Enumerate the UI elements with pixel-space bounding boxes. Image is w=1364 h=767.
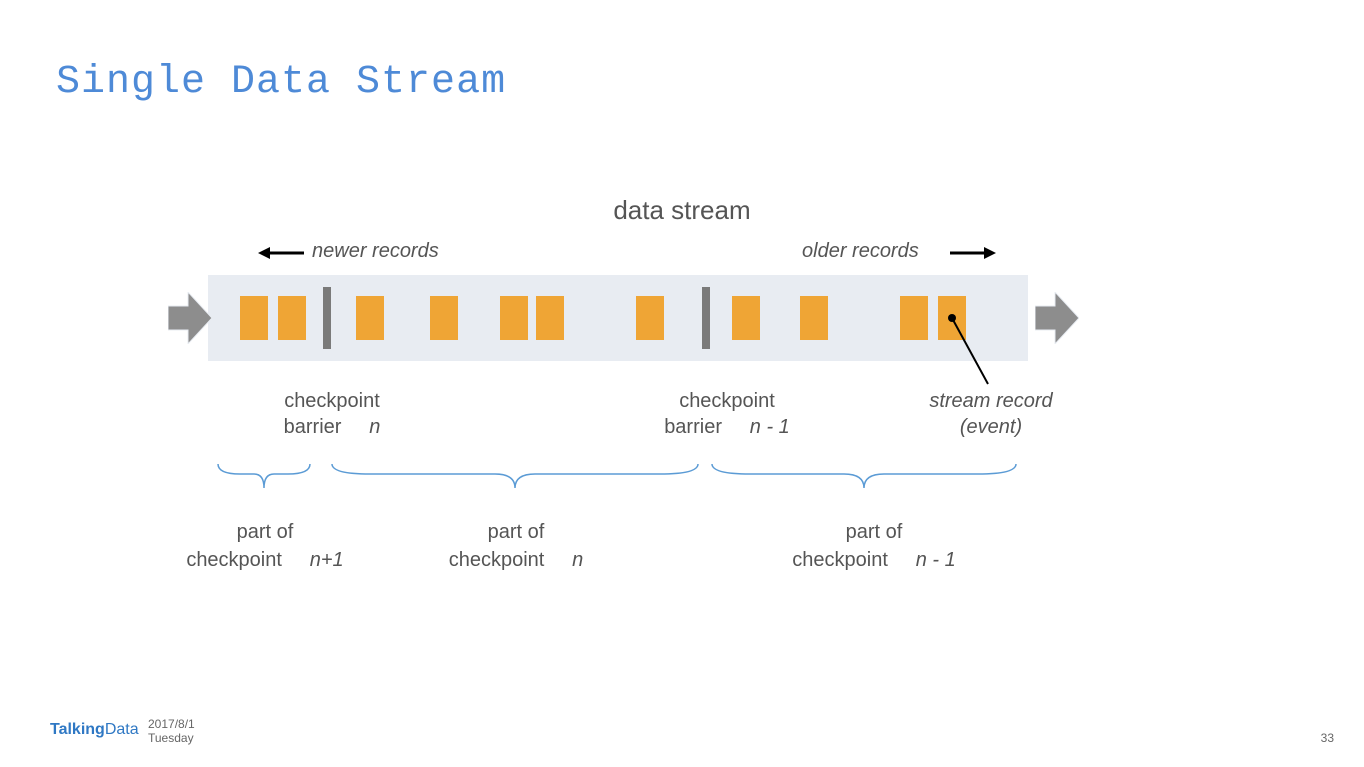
text: checkpoint (792, 549, 888, 571)
text: n+1 (310, 549, 344, 571)
checkpoint-barrier (323, 287, 331, 349)
stream-record-block (536, 296, 564, 340)
text: barrier (284, 416, 342, 438)
page-number: 33 (1321, 731, 1334, 745)
date: 2017/8/1 (148, 717, 195, 731)
logo: TalkingData (50, 721, 139, 739)
part-checkpoint-n-minus-1-label: part of checkpoint n - 1 (764, 518, 984, 574)
footer-date: 2017/8/1 Tuesday (148, 717, 195, 745)
stream-record-block (278, 296, 306, 340)
slide-title: Single Data Stream (56, 60, 506, 105)
part-checkpoint-n-label: part of checkpoint n (416, 518, 616, 574)
text: n - 1 (916, 549, 956, 571)
text: checkpoint (449, 549, 545, 571)
newer-records-label: newer records (312, 240, 439, 263)
newer-records-arrow-icon (258, 245, 304, 261)
text: checkpoint (284, 390, 380, 412)
text: n - 1 (750, 416, 790, 438)
stream-record-pointer-icon (946, 310, 1006, 390)
text: (event) (960, 416, 1022, 438)
logo-text-a: Talking (50, 721, 105, 738)
stream-record-block (240, 296, 268, 340)
text: n (572, 549, 583, 571)
text: n (369, 416, 380, 438)
text: part of (846, 521, 903, 543)
brace-icon (216, 462, 312, 492)
checkpoint-barrier-n-1-label: checkpoint barrier n - 1 (632, 388, 822, 440)
stream-record-block (732, 296, 760, 340)
stream-record-event-label: stream record (event) (916, 388, 1066, 440)
text: checkpoint (186, 549, 282, 571)
outflow-arrow-icon (1035, 292, 1079, 344)
text: barrier (664, 416, 722, 438)
text: checkpoint (679, 390, 775, 412)
text: part of (237, 521, 294, 543)
text: stream record (929, 390, 1052, 412)
brace-icon (330, 462, 700, 492)
stream-record-block (500, 296, 528, 340)
stream-record-block (356, 296, 384, 340)
older-records-label: older records (802, 240, 919, 263)
stream-record-block (430, 296, 458, 340)
part-checkpoint-n-plus-1-label: part of checkpoint n+1 (160, 518, 370, 574)
data-stream-label: data stream (0, 195, 1364, 226)
checkpoint-barrier (702, 287, 710, 349)
brace-icon (710, 462, 1018, 492)
text: part of (488, 521, 545, 543)
stream-record-block (636, 296, 664, 340)
older-records-arrow-icon (950, 245, 996, 261)
stream-record-block (900, 296, 928, 340)
day: Tuesday (148, 731, 194, 745)
checkpoint-barrier-n-label: checkpoint barrier n (252, 388, 412, 440)
logo-text-b: Data (105, 721, 139, 738)
stream-record-block (800, 296, 828, 340)
inflow-arrow-icon (168, 292, 212, 344)
slide: Single Data Stream data stream newer rec… (0, 0, 1364, 767)
